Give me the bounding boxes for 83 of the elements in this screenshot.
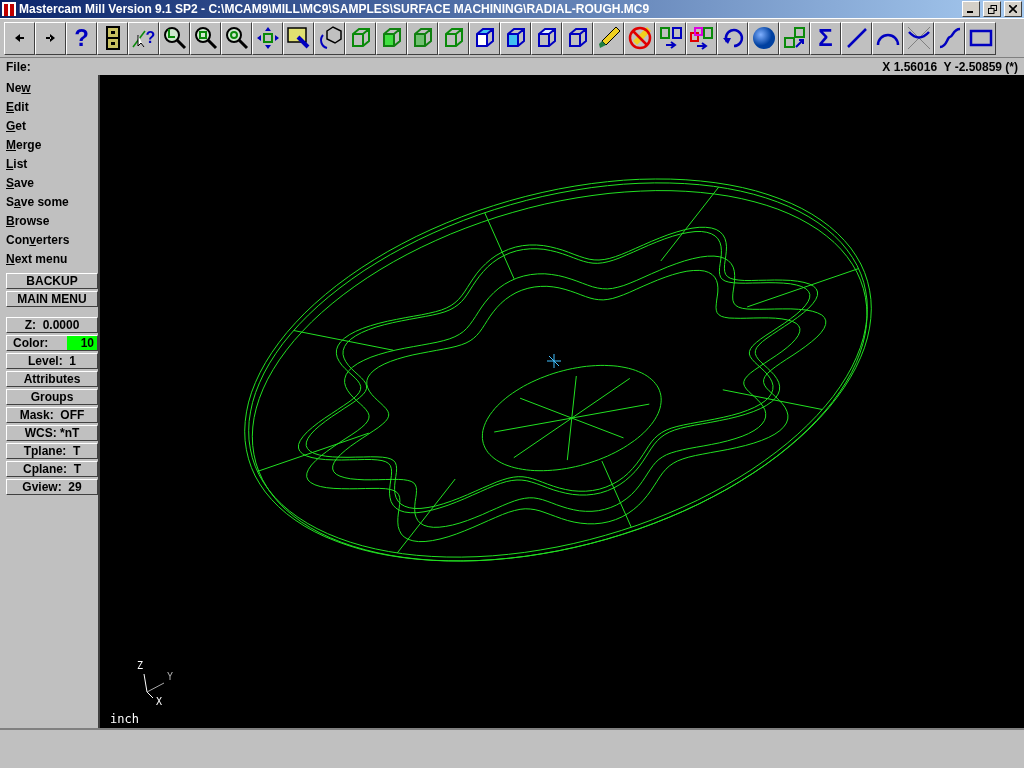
setting-button[interactable]: Gview: 29 [6,479,98,495]
setting-button[interactable]: Tplane: T [6,443,98,459]
toolbar-button[interactable] [345,21,376,55]
toolbar-button[interactable] [190,21,221,55]
toolbar-button[interactable] [779,21,810,55]
translate-icon [657,25,684,51]
close-button[interactable] [1004,1,1022,17]
toolbar-button[interactable] [438,21,469,55]
color-button[interactable]: Color: 10 [6,335,98,351]
setting-button[interactable]: Z: 0.0000 [6,317,98,333]
menu-item[interactable]: Save some [6,193,98,212]
sigma-button[interactable]: Σ [810,21,841,55]
menu-item[interactable]: Get [6,117,98,136]
toolbar-button[interactable] [35,21,66,55]
color-swatch: 10 [67,336,97,350]
toolbar-button[interactable] [872,21,903,55]
toolbar-button[interactable] [407,21,438,55]
app-logo-icon [2,2,16,16]
setting-button[interactable]: Attributes [6,371,98,387]
axis-label: X [156,697,163,707]
toolbar-button[interactable] [221,21,252,55]
toolbar-button[interactable] [314,21,345,55]
minimize-button[interactable] [962,1,980,17]
restore-button[interactable] [983,1,1001,17]
cursor-marker-icon [546,353,562,369]
toolbar-button[interactable] [283,21,314,55]
menu-item[interactable]: Merge [6,136,98,155]
help-button[interactable]: ? [66,21,97,55]
paint-brush-icon [285,25,312,51]
toolbar-button[interactable] [531,21,562,55]
toolbar-button[interactable] [655,21,686,55]
units-label: inch [110,712,139,726]
menu-button[interactable]: MAIN MENU [6,291,98,307]
toolbar-button[interactable] [376,21,407,55]
right-arrow-icon [46,34,55,42]
crossed-pencil-icon [626,25,653,51]
toolbar-button[interactable] [4,21,35,55]
setting-button[interactable]: Groups [6,389,98,405]
axis-label: Z [137,661,144,671]
menu-item[interactable]: Next menu [6,250,98,269]
translate-icon [688,25,715,51]
left-arrow-icon [15,34,24,42]
toolbar-button[interactable] [500,21,531,55]
toolbar-button[interactable] [965,21,996,55]
close-icon [1009,5,1017,13]
axis-triad-drawing [143,673,165,699]
magnifier-icon [223,25,250,51]
menu-item[interactable]: Converters [6,231,98,250]
setting-button[interactable]: Mask: OFF [6,407,98,423]
cubes-icon [781,25,808,51]
fillet-icon [905,25,932,51]
toolbar-button[interactable] [593,21,624,55]
magnifier-icon [161,25,188,51]
toolbar-button[interactable] [469,21,500,55]
prompt-text: File: [6,59,31,74]
toolbar-button[interactable] [934,21,965,55]
toolbar-button[interactable] [717,21,748,55]
toolbar-button[interactable] [686,21,717,55]
toolbar-button[interactable] [624,21,655,55]
sphere-icon [750,25,777,51]
analyze-button[interactable]: ? [128,21,159,55]
color-label: Color: [13,336,49,350]
menu-button[interactable]: BACKUP [6,273,98,289]
menu-item[interactable]: Browse [6,212,98,231]
setting-button[interactable]: Cplane: T [6,461,98,477]
cursor-coordinates: X 1.56016 Y -2.50859 (*) [882,59,1018,74]
setting-button[interactable]: Level: 1 [6,353,98,369]
toolbar-button[interactable] [159,21,190,55]
axis-label: Y [167,672,174,682]
menu-item[interactable]: New [6,79,98,98]
restore-icon [987,4,997,14]
menu-item[interactable]: List [6,155,98,174]
magnifier-icon [192,25,219,51]
toolbar-button[interactable] [903,21,934,55]
menu-item[interactable]: Edit [6,98,98,117]
toolbar-button[interactable] [562,21,593,55]
toolbar-button[interactable] [252,21,283,55]
toolbar-button[interactable] [748,21,779,55]
window-title: Mastercam Mill Version 9.1 SP2 - C:\MCAM9\MILL\MC9\SAMPLES\SURFACE MACHINING\RADIAL-ROUGH.MC9 [19,2,651,16]
toolbar-button[interactable] [841,21,872,55]
menu-item[interactable]: Save [6,174,98,193]
toolbar-button[interactable] [97,21,128,55]
setting-button[interactable]: WCS: *nT [6,425,98,441]
